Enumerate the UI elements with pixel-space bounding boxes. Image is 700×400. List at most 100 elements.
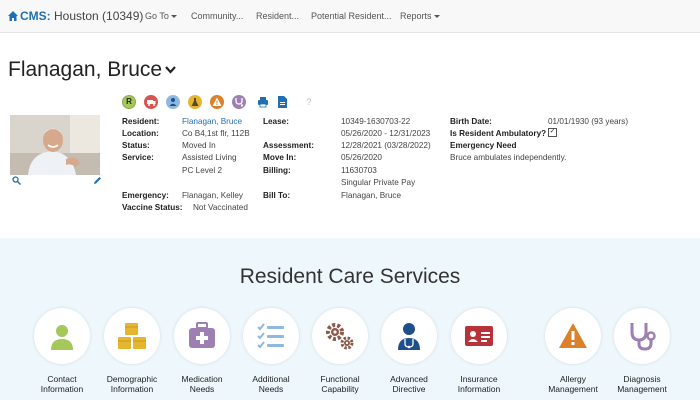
checklist-icon: [257, 323, 284, 349]
ambulance-icon[interactable]: [144, 95, 158, 109]
stethoscope-icon: [630, 323, 656, 351]
emergency-value: Flanagan, Kelley: [182, 191, 243, 200]
ambulatory-checkbox[interactable]: ✓: [548, 128, 557, 137]
service-additional-needs[interactable]: Additional Needs: [236, 308, 306, 394]
document-icon[interactable]: [275, 95, 289, 109]
birth-date-label: Birth Date:: [450, 117, 492, 126]
service-contact-information[interactable]: Contact Information: [27, 308, 97, 394]
service-label-line1: Functional: [320, 374, 360, 384]
service-label-line2: Information: [40, 384, 84, 394]
billing-label: Billing:: [263, 166, 291, 175]
service-label-line2: Capability: [321, 384, 359, 394]
service-label-line2: Information: [457, 384, 501, 394]
assessment-value: 12/28/2021 (03/28/2022): [341, 141, 431, 150]
service-label-line2: Needs: [189, 384, 215, 394]
emergency-need-label: Emergency Need: [450, 141, 517, 150]
lease-value: 10349-1630703-22: [341, 117, 411, 126]
service-label-line2: Needs: [258, 384, 284, 394]
service-label-line1: Contact: [47, 374, 77, 384]
care-services-title: Resident Care Services: [239, 265, 461, 288]
additional-icon-circle: [243, 308, 299, 364]
status-value: Moved In: [182, 141, 216, 150]
brand-cms: CMS:: [20, 9, 51, 23]
ambulatory-label: Is Resident Ambulatory?: [450, 129, 547, 138]
billing-plan: Singular Private Pay: [341, 178, 416, 187]
resident-photo: [10, 115, 100, 175]
nav-goto[interactable]: Go To: [145, 11, 177, 21]
service-value: Assisted Living: [182, 153, 237, 162]
service-advanced-directive[interactable]: Advanced Directive: [374, 308, 444, 394]
emergency-need-value: Bruce ambulates independently.: [450, 153, 567, 162]
emergency-label: Emergency:: [122, 191, 169, 200]
resident-name: Flanagan, Bruce: [8, 58, 163, 81]
move-in-label: Move In:: [263, 153, 297, 162]
doctor-icon: [398, 323, 420, 350]
resident-link[interactable]: Flanagan, Bruce: [182, 117, 242, 127]
birth-date-value: 01/01/1930 (93 years): [548, 117, 629, 126]
nav-goto-label: Go To: [145, 11, 169, 21]
help-icon[interactable]: ?: [302, 95, 316, 109]
flask-icon[interactable]: [188, 95, 202, 109]
lease-dates: 05/26/2020 - 12/31/2023: [341, 129, 431, 138]
service-label-line2: Information: [110, 384, 154, 394]
service-label-line1: Additional: [252, 374, 290, 384]
zoom-icon[interactable]: [12, 176, 21, 185]
service-diagnosis-management[interactable]: Diagnosis Management: [607, 308, 677, 394]
service-label-line2: Management: [617, 384, 667, 394]
service-label-line1: Demographic: [106, 374, 158, 384]
contact-icon-circle: [34, 308, 90, 364]
contact-person-icon: [51, 325, 73, 350]
cubes-icon: [118, 323, 146, 349]
home-icon: [8, 11, 18, 21]
nav-resident[interactable]: Resident...: [256, 11, 299, 21]
service-level: PC Level 2: [182, 166, 223, 175]
person-icon[interactable]: [166, 95, 180, 109]
chevron-down-icon: [433, 15, 440, 18]
demographic-icon-circle: [104, 308, 160, 364]
directive-icon-circle: [381, 308, 437, 364]
insurance-icon-circle: [451, 308, 507, 364]
location-label: Location:: [122, 129, 159, 138]
alert-icon[interactable]: [210, 95, 224, 109]
status-label: Status:: [122, 141, 150, 150]
service-label-line1: Medication: [181, 374, 223, 384]
functional-icon-circle: [312, 308, 368, 364]
brand-site: Houston (10349): [50, 9, 144, 23]
nav-reports[interactable]: Reports: [400, 11, 440, 21]
nav-community[interactable]: Community...: [191, 11, 243, 21]
edit-pencil-icon[interactable]: [93, 176, 102, 185]
chevron-down-icon: [170, 15, 177, 18]
service-functional-capability[interactable]: Functional Capability: [305, 308, 375, 394]
service-medication-needs[interactable]: Medication Needs: [167, 308, 237, 394]
service-label-line1: Insurance: [460, 374, 498, 384]
warning-icon: [559, 323, 587, 348]
nav-potential-resident[interactable]: Potential Resident...: [311, 11, 392, 21]
vaccine-label: Vaccine Status:: [122, 203, 183, 212]
medical-kit-icon: [189, 322, 215, 348]
service-label-line2: Directive: [392, 384, 426, 394]
location-value: Co B4,1st flr, 112B: [182, 129, 250, 138]
service-insurance-information[interactable]: Insurance Information: [444, 308, 514, 394]
service-demographic-information[interactable]: Demographic Information: [97, 308, 167, 394]
resident-r-icon[interactable]: R: [122, 95, 136, 109]
service-allergy-management[interactable]: Allergy Management: [538, 308, 608, 394]
page-title[interactable]: Flanagan, Bruce: [8, 58, 176, 82]
top-navbar: CMS: Houston (10349) Go To Community... …: [0, 0, 700, 33]
gears-icon: [326, 323, 354, 350]
vaccine-value: Not Vaccinated: [193, 203, 248, 212]
move-in-value: 05/26/2020: [341, 153, 382, 162]
resident-label: Resident:: [122, 117, 160, 126]
diagnosis-icon-circle: [614, 308, 670, 364]
allergy-icon-circle: [545, 308, 601, 364]
brand-link[interactable]: CMS: Houston (10349): [7, 9, 143, 23]
service-label: Service:: [122, 153, 154, 162]
service-label-line1: Advanced: [390, 374, 428, 384]
service-label-line1: Allergy: [560, 374, 586, 384]
service-label-line1: Diagnosis: [623, 374, 661, 384]
lease-label: Lease:: [263, 117, 289, 126]
medication-icon-circle: [174, 308, 230, 364]
bill-to-label: Bill To:: [263, 191, 291, 200]
print-icon[interactable]: [256, 95, 270, 109]
billing-value: 11630703: [341, 166, 377, 175]
stethoscope-icon[interactable]: [232, 95, 246, 109]
